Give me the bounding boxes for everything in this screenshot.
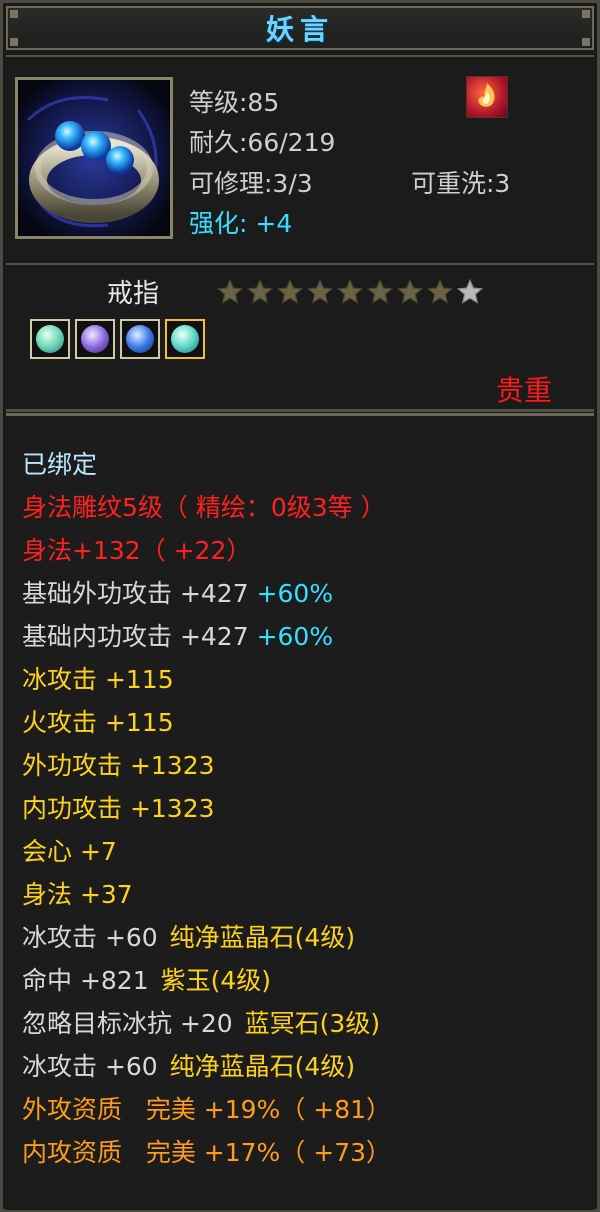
gem-name: 紫玉(4级) <box>160 966 271 995</box>
repairable-stat: 可修理:3/3 <box>189 169 313 198</box>
attr-text: 冰攻击 +60 <box>22 923 158 952</box>
gem-slots <box>30 319 205 359</box>
star-filled-icon <box>216 278 244 304</box>
star-filled-icon <box>306 278 334 304</box>
enhance-stat: 强化: +4 <box>189 209 293 238</box>
blue-gem-icon[interactable] <box>120 319 160 359</box>
agility-bonus-attr: 身法 +37 <box>22 880 133 909</box>
flame-skill-icon[interactable] <box>466 76 508 118</box>
attr-text: 忽略目标冰抗 +20 <box>22 1009 233 1038</box>
attribute-panel: 已绑定 身法雕纹5级（ 精绘：0级3等 ） 身法+132（ +22） 基础外功攻… <box>6 413 594 1210</box>
star-filled-icon <box>246 278 274 304</box>
corner-ornament <box>10 10 18 18</box>
attr-text: 基础外功攻击 +427 <box>22 579 249 608</box>
corner-ornament <box>582 10 590 18</box>
gem-attr-1: 冰攻击 +60 纯净蓝晶石(4级) <box>22 923 355 953</box>
ice-attack-attr: 冰攻击 +115 <box>22 665 174 694</box>
attr-text: 命中 +821 <box>22 966 149 995</box>
star-empty-icon <box>456 278 484 304</box>
star-rating <box>216 278 484 306</box>
title-bar: 妖言 <box>6 6 594 50</box>
corner-ornament <box>582 38 590 46</box>
item-title: 妖言 <box>265 13 334 46</box>
corner-ornament <box>10 38 18 46</box>
rewashable-stat: 可重洗:3 <box>411 169 511 198</box>
attr-text: 冰攻击 +60 <box>22 1052 158 1081</box>
gem-name: 蓝冥石(3级) <box>244 1009 381 1038</box>
gem-attr-4: 冰攻击 +60 纯净蓝晶石(4级) <box>22 1052 355 1082</box>
inner-attack-attr: 内功攻击 +1323 <box>22 794 215 823</box>
item-type-label: 戒指 <box>107 279 160 309</box>
teal-gem-icon[interactable] <box>165 319 205 359</box>
fire-attack-attr: 火攻击 +115 <box>22 708 174 737</box>
level-stat: 等级:85 <box>189 88 280 117</box>
base-outer-attack-attr: 基础外功攻击 +427 +60% <box>22 579 333 609</box>
item-tooltip: 妖言 等级:85 耐久:66/219 可修理:3/3 可重洗:3 强化: +4 … <box>0 0 600 1212</box>
base-inner-attack-attr: 基础内功攻击 +427 +60% <box>22 622 333 652</box>
purple-gem-icon[interactable] <box>75 319 115 359</box>
inner-aptitude-attr: 内攻资质 完美 +17%（ +73） <box>22 1138 392 1167</box>
agility-attr: 身法+132（ +22） <box>22 536 252 565</box>
star-filled-icon <box>366 278 394 304</box>
attr-bonus: +60% <box>256 622 334 651</box>
durability-stat: 耐久:66/219 <box>189 128 336 157</box>
star-filled-icon <box>276 278 304 304</box>
star-filled-icon <box>336 278 364 304</box>
green-gem-icon[interactable] <box>30 319 70 359</box>
ring-item-icon <box>15 77 173 239</box>
gem-name: 纯净蓝晶石(4级) <box>169 923 356 952</box>
critical-attr: 会心 +7 <box>22 837 117 866</box>
gem-attr-2: 命中 +821 紫玉(4级) <box>22 966 271 996</box>
outer-aptitude-attr: 外攻资质 完美 +19%（ +81） <box>22 1095 392 1124</box>
attr-bonus: +60% <box>256 579 334 608</box>
rarity-label: 贵重 <box>496 374 553 407</box>
gem-name: 纯净蓝晶石(4级) <box>169 1052 356 1081</box>
bound-status: 已绑定 <box>22 450 98 479</box>
engraving-attr: 身法雕纹5级（ 精绘：0级3等 ） <box>22 493 386 522</box>
star-filled-icon <box>396 278 424 304</box>
star-filled-icon <box>426 278 454 304</box>
attr-text: 基础内功攻击 +427 <box>22 622 249 651</box>
gem-attr-3: 忽略目标冰抗 +20 蓝冥石(3级) <box>22 1009 380 1039</box>
outer-attack-attr: 外功攻击 +1323 <box>22 751 215 780</box>
